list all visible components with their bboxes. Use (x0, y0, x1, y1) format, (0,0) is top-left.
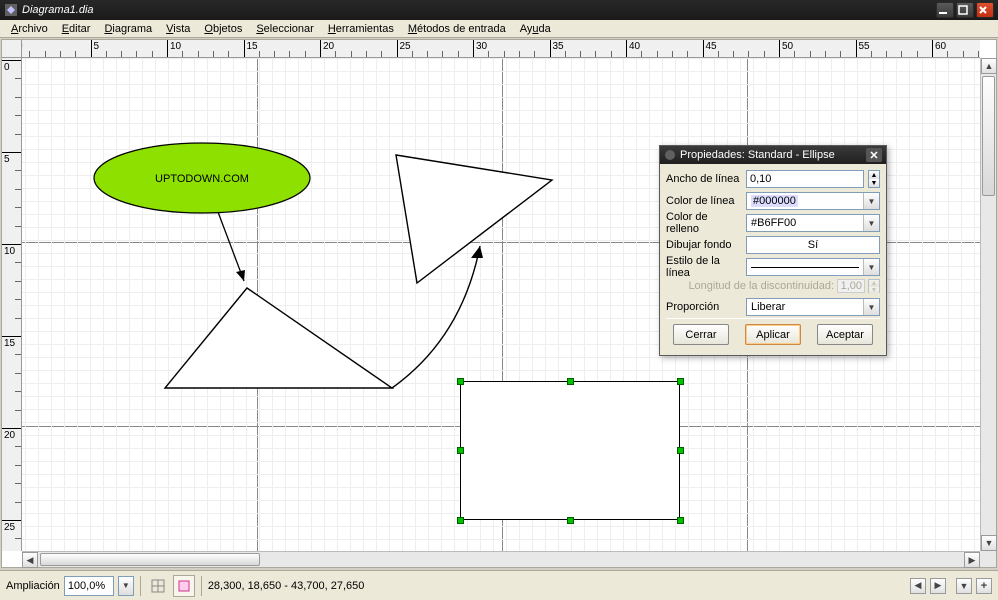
horizontal-scrollbar[interactable]: ◀ ▶ (22, 551, 980, 567)
selection-handle[interactable] (677, 517, 684, 524)
menu-vista[interactable]: Vista (159, 22, 197, 36)
nav-add-button[interactable]: + (976, 578, 992, 594)
select-color-relleno[interactable]: #B6FF00 ▼ (746, 214, 880, 232)
spinner-ancho-linea[interactable]: ▲▼ (868, 170, 880, 188)
minimize-button[interactable] (936, 2, 954, 18)
nav-right-button[interactable]: ▶ (930, 578, 946, 594)
maximize-button[interactable] (956, 2, 974, 18)
vertical-scrollbar[interactable]: ▲ ▼ (980, 58, 996, 551)
ruler-vertical: 0510152025 (2, 58, 22, 551)
toggle-snap-button[interactable] (173, 575, 195, 597)
window-title: Diagrama1.dia (22, 4, 936, 16)
ruler-corner (2, 40, 22, 58)
input-discontinuidad: 1,00 (837, 279, 865, 293)
menubar: Archivo Editar Diagrama Vista Objetos Se… (0, 20, 998, 38)
select-color-linea[interactable]: #000000 ▼ (746, 192, 880, 210)
spinner-discontinuidad: ▲▼ (868, 279, 880, 293)
dialog-icon (664, 149, 676, 161)
close-button[interactable] (976, 2, 994, 18)
scroll-corner (980, 551, 996, 567)
window-titlebar: Diagrama1.dia (0, 0, 998, 20)
chevron-down-icon[interactable]: ▼ (863, 299, 879, 315)
nav-down-button[interactable]: ▼ (956, 578, 972, 594)
dialog-title-text: Propiedades: Standard - Ellipse (680, 149, 866, 161)
scroll-up-arrow[interactable]: ▲ (981, 58, 997, 74)
scroll-down-arrow[interactable]: ▼ (981, 535, 997, 551)
nav-left-button[interactable]: ◀ (910, 578, 926, 594)
chevron-down-icon[interactable]: ▼ (863, 215, 879, 231)
label-discontinuidad: Longitud de la discontinuidad: (688, 280, 834, 292)
menu-ayuda[interactable]: Ayuda (513, 22, 558, 36)
menu-seleccionar[interactable]: Seleccionar (249, 22, 320, 36)
zoom-label: Ampliación (6, 580, 60, 592)
select-estilo-linea[interactable]: ▼ (746, 258, 880, 276)
selection-handle[interactable] (677, 447, 684, 454)
triangle-top[interactable] (396, 155, 552, 283)
ruler-horizontal: 051015202530354045505560 (22, 40, 980, 58)
aceptar-button[interactable]: Aceptar (817, 324, 873, 345)
menu-metodos[interactable]: Métodos de entrada (401, 22, 513, 36)
h-scroll-thumb[interactable] (40, 553, 260, 566)
aplicar-button[interactable]: Aplicar (745, 324, 801, 345)
scroll-right-arrow[interactable]: ▶ (964, 552, 980, 568)
label-dibujar-fondo: Dibujar fondo (666, 239, 742, 251)
zoom-dropdown[interactable]: ▼ (118, 576, 134, 596)
selection-handle[interactable] (567, 517, 574, 524)
toggle-dibujar-fondo[interactable]: Sí (746, 236, 880, 254)
grid-icon (151, 579, 165, 593)
scroll-left-arrow[interactable]: ◀ (22, 552, 38, 568)
chevron-down-icon[interactable]: ▼ (863, 259, 879, 275)
label-color-linea: Color de línea (666, 195, 742, 207)
ellipse-text: UPTODOWN.COM (155, 173, 249, 185)
select-proporcion[interactable]: Liberar ▼ (746, 298, 880, 316)
coordinates-readout: 28,300, 18,650 - 43,700, 27,650 (208, 580, 365, 592)
dialog-titlebar[interactable]: Propiedades: Standard - Ellipse ✕ (660, 146, 886, 164)
rectangle-shape[interactable] (460, 381, 680, 520)
selection-handle[interactable] (457, 517, 464, 524)
menu-diagrama[interactable]: Diagrama (97, 22, 159, 36)
menu-archivo[interactable]: Archivo (4, 22, 55, 36)
selection-handle[interactable] (677, 378, 684, 385)
workspace: 051015202530354045505560 0510152025 UPTO… (1, 39, 997, 568)
selection-handle[interactable] (457, 447, 464, 454)
input-ancho-linea[interactable]: 0,10 (746, 170, 864, 188)
app-icon (4, 3, 18, 17)
v-scroll-thumb[interactable] (982, 76, 995, 196)
statusbar: Ampliación 100,0% ▼ 28,300, 18,650 - 43,… (0, 570, 998, 600)
zoom-combo[interactable]: 100,0% (64, 576, 114, 596)
label-proporcion: Proporción (666, 301, 742, 313)
selection-handle[interactable] (567, 378, 574, 385)
chevron-down-icon[interactable]: ▼ (863, 193, 879, 209)
selection-handle[interactable] (457, 378, 464, 385)
cerrar-button[interactable]: Cerrar (673, 324, 729, 345)
properties-dialog: Propiedades: Standard - Ellipse ✕ Ancho … (659, 145, 887, 356)
label-estilo-linea: Estilo de la línea (666, 255, 742, 279)
label-color-relleno: Color de relleno (666, 211, 742, 235)
menu-editar[interactable]: Editar (55, 22, 98, 36)
arrow-straight[interactable] (218, 212, 244, 281)
menu-herramientas[interactable]: Herramientas (321, 22, 401, 36)
snap-icon (177, 579, 191, 593)
label-ancho-linea: Ancho de línea (666, 173, 742, 185)
dialog-close-button[interactable]: ✕ (866, 148, 882, 162)
triangle-bottom[interactable] (165, 288, 392, 388)
toggle-grid-button[interactable] (147, 575, 169, 597)
menu-objetos[interactable]: Objetos (197, 22, 249, 36)
